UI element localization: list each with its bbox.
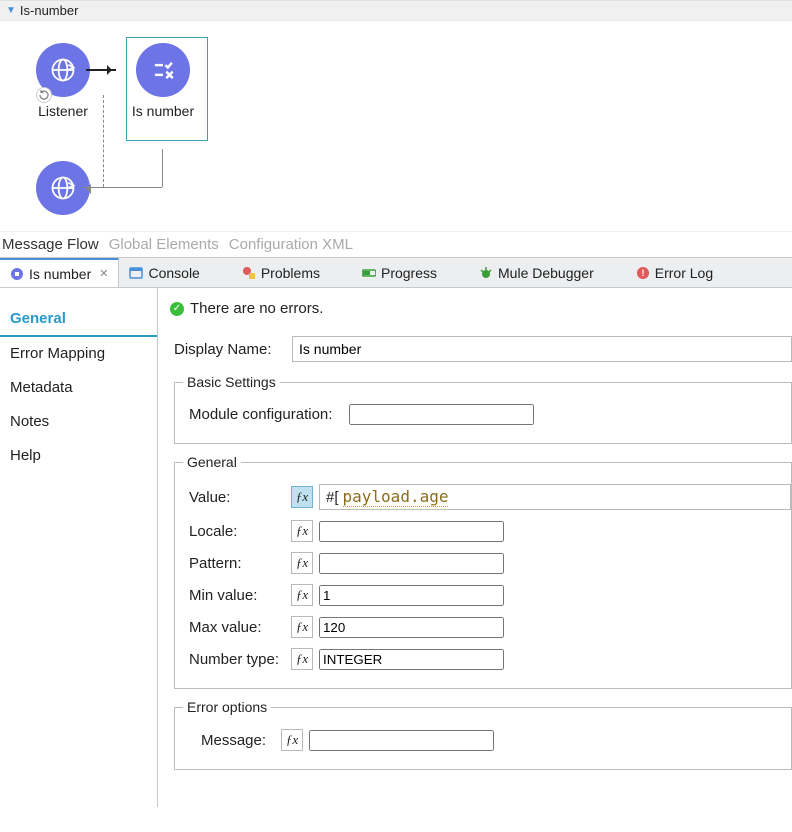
value-row: Value: ƒx #[ payload.age: [189, 484, 791, 510]
validate-icon: [150, 57, 176, 83]
view-tab-mule-debugger-label: Mule Debugger: [498, 265, 594, 281]
flow-arrow-icon: [86, 69, 116, 71]
node-response[interactable]: [20, 161, 106, 215]
fx-toggle-message[interactable]: ƒx: [281, 729, 303, 751]
view-tab-console-label: Console: [148, 265, 199, 281]
is-number-circle: [136, 43, 190, 97]
ok-icon: ✓: [170, 302, 184, 316]
svg-text:!: !: [641, 268, 644, 278]
view-tab-console[interactable]: Console: [119, 258, 209, 287]
pattern-row: Pattern: ƒx: [189, 552, 791, 574]
max-value-input[interactable]: [319, 617, 504, 638]
problems-icon: [242, 266, 256, 280]
node-is-number-label: Is number: [120, 103, 206, 119]
general-legend: General: [183, 454, 241, 470]
display-name-row: Display Name:: [174, 336, 792, 362]
message-row: Message: ƒx: [201, 729, 791, 751]
properties-form: ✓ There are no errors. Display Name: Bas…: [158, 288, 792, 807]
basic-settings-legend: Basic Settings: [183, 374, 280, 390]
view-tab-is-number[interactable]: Is number ✕: [0, 258, 119, 287]
canvas-area[interactable]: Listener Is number: [0, 21, 792, 231]
module-config-label: Module configuration:: [189, 406, 349, 423]
globe-icon: [49, 174, 77, 202]
value-input[interactable]: #[ payload.age: [319, 484, 791, 510]
value-label: Value:: [189, 489, 291, 506]
flow-canvas: ▼ Is-number Listener: [0, 0, 792, 231]
general-group: General Value: ƒx #[ payload.age Locale:…: [174, 454, 792, 689]
collapse-triangle-icon[interactable]: ▼: [6, 5, 16, 16]
node-listener[interactable]: Listener: [20, 43, 106, 119]
close-icon[interactable]: ✕: [99, 267, 108, 280]
editor-tabs: Message Flow Global Elements Configurati…: [0, 231, 792, 257]
fx-toggle-max[interactable]: ƒx: [291, 616, 313, 638]
status-text: There are no errors.: [190, 300, 323, 317]
module-config-input[interactable]: [349, 404, 534, 425]
locale-label: Locale:: [189, 523, 291, 540]
value-prefix: #[: [326, 489, 339, 506]
min-value-label: Min value:: [189, 587, 291, 604]
properties-side-nav: General Error Mapping Metadata Notes Hel…: [0, 288, 158, 807]
globe-icon: [49, 56, 77, 84]
view-tab-progress-label: Progress: [381, 265, 437, 281]
properties-pane: General Error Mapping Metadata Notes Hel…: [0, 287, 792, 807]
view-tab-error-log[interactable]: ! Error Log: [626, 258, 723, 287]
nav-notes[interactable]: Notes: [0, 405, 157, 439]
number-type-input[interactable]: [319, 649, 504, 670]
console-icon: [129, 266, 143, 280]
basic-settings-group: Basic Settings Module configuration:: [174, 374, 792, 444]
debugger-icon: [479, 266, 493, 280]
status-row: ✓ There are no errors.: [168, 298, 792, 333]
display-name-label: Display Name:: [174, 341, 292, 358]
node-is-number[interactable]: Is number: [120, 43, 206, 119]
flow-header[interactable]: ▼ Is-number: [0, 1, 792, 21]
dashed-connector: [103, 95, 104, 187]
view-tab-mule-debugger[interactable]: Mule Debugger: [469, 258, 604, 287]
nav-help[interactable]: Help: [0, 439, 157, 473]
nav-metadata[interactable]: Metadata: [0, 371, 157, 405]
view-tab-problems-label: Problems: [261, 265, 320, 281]
tab-configuration-xml[interactable]: Configuration XML: [229, 236, 353, 253]
max-value-label: Max value:: [189, 619, 291, 636]
tab-global-elements[interactable]: Global Elements: [109, 236, 219, 253]
nav-general[interactable]: General: [0, 302, 157, 337]
fx-toggle-pattern[interactable]: ƒx: [291, 552, 313, 574]
component-icon: [10, 267, 24, 281]
display-name-input[interactable]: [292, 336, 792, 362]
value-expression: payload.age: [343, 487, 449, 507]
module-config-row: Module configuration:: [189, 404, 791, 425]
locale-row: Locale: ƒx: [189, 520, 791, 542]
pattern-label: Pattern:: [189, 555, 291, 572]
error-log-icon: !: [636, 266, 650, 280]
solid-connector-h: [82, 187, 162, 188]
fx-toggle-locale[interactable]: ƒx: [291, 520, 313, 542]
progress-icon: [362, 266, 376, 280]
fx-toggle-type[interactable]: ƒx: [291, 648, 313, 670]
message-label: Message:: [201, 732, 281, 749]
min-value-input[interactable]: [319, 585, 504, 606]
locale-input[interactable]: [319, 521, 504, 542]
view-tab-is-number-label: Is number: [29, 266, 91, 282]
view-tab-problems[interactable]: Problems: [232, 258, 330, 287]
view-tab-error-log-label: Error Log: [655, 265, 713, 281]
error-options-legend: Error options: [183, 699, 271, 715]
fx-toggle-min[interactable]: ƒx: [291, 584, 313, 606]
message-input[interactable]: [309, 730, 494, 751]
solid-connector-v: [162, 149, 163, 187]
node-listener-label: Listener: [20, 103, 106, 119]
flow-name: Is-number: [20, 3, 79, 18]
pattern-input[interactable]: [319, 553, 504, 574]
refresh-badge-icon: [36, 87, 52, 103]
fx-toggle-value[interactable]: ƒx: [291, 486, 313, 508]
view-tab-progress[interactable]: Progress: [352, 258, 447, 287]
views-bar: Is number ✕ Console Problems Progress Mu…: [0, 257, 792, 287]
error-options-group: Error options Message: ƒx: [174, 699, 792, 770]
number-type-row: Number type: ƒx: [189, 648, 791, 670]
tab-message-flow[interactable]: Message Flow: [2, 236, 99, 253]
min-value-row: Min value: ƒx: [189, 584, 791, 606]
max-value-row: Max value: ƒx: [189, 616, 791, 638]
nav-error-mapping[interactable]: Error Mapping: [0, 337, 157, 371]
number-type-label: Number type:: [189, 651, 291, 668]
